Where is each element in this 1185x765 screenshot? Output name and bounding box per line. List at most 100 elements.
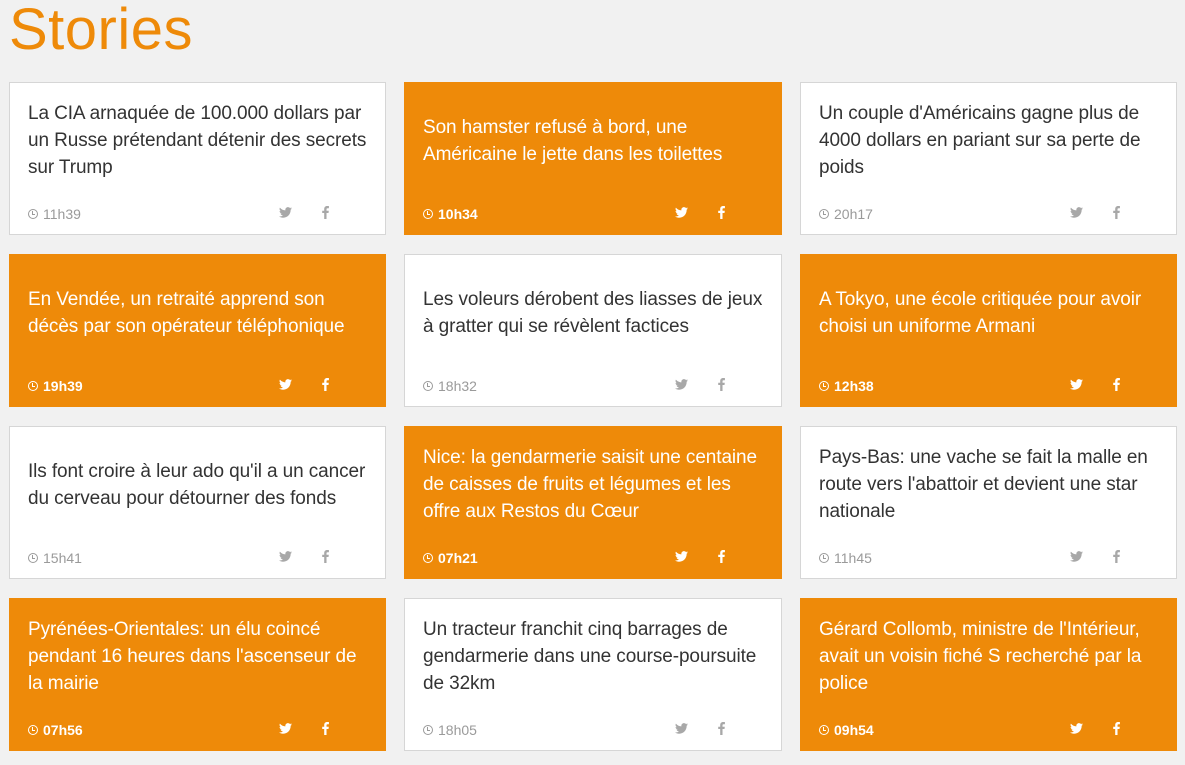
twitter-share-button[interactable]	[277, 376, 293, 392]
twitter-share-button[interactable]	[673, 204, 689, 220]
twitter-icon	[674, 722, 688, 734]
story-card[interactable]: En Vendée, un retraité apprend son décès…	[9, 254, 386, 407]
facebook-icon	[717, 721, 725, 735]
story-card[interactable]: A Tokyo, une école critiquée pour avoir …	[800, 254, 1177, 407]
facebook-icon	[1112, 377, 1120, 391]
facebook-share-button[interactable]	[317, 720, 333, 736]
story-card[interactable]: Un couple d'Américains gagne plus de 400…	[800, 82, 1177, 235]
story-card[interactable]: La CIA arnaquée de 100.000 dollars par u…	[9, 82, 386, 235]
clock-icon	[423, 725, 433, 735]
facebook-share-button[interactable]	[713, 720, 729, 736]
twitter-icon	[1069, 378, 1083, 390]
story-footer: 19h39	[28, 376, 385, 394]
story-time: 15h41	[28, 550, 82, 566]
story-footer: 11h39	[28, 204, 385, 222]
story-title[interactable]: Gérard Collomb, ministre de l'Intérieur,…	[819, 599, 1162, 714]
facebook-share-button[interactable]	[1108, 376, 1124, 392]
twitter-share-button[interactable]	[673, 548, 689, 564]
story-footer: 12h38	[819, 376, 1176, 394]
story-time: 07h21	[423, 550, 478, 566]
twitter-icon	[278, 550, 292, 562]
page-title: Stories	[9, 0, 194, 62]
story-card[interactable]: Les voleurs dérobent des liasses de jeux…	[404, 254, 782, 407]
facebook-icon	[717, 377, 725, 391]
story-title[interactable]: Son hamster refusé à bord, une Américain…	[423, 83, 767, 198]
clock-icon	[423, 553, 433, 563]
twitter-share-button[interactable]	[277, 548, 293, 564]
story-title[interactable]: Pyrénées-Orientales: un élu coincé penda…	[28, 599, 371, 714]
facebook-share-button[interactable]	[1108, 720, 1124, 736]
twitter-icon	[278, 722, 292, 734]
twitter-icon	[278, 206, 292, 218]
clock-icon	[28, 209, 38, 219]
story-title[interactable]: La CIA arnaquée de 100.000 dollars par u…	[28, 83, 371, 198]
clock-icon	[423, 381, 433, 391]
facebook-icon	[321, 549, 329, 563]
facebook-icon	[1112, 721, 1120, 735]
facebook-icon	[1112, 205, 1120, 219]
story-title[interactable]: Ils font croire à leur ado qu'il a un ca…	[28, 427, 371, 542]
story-time: 12h38	[819, 378, 874, 394]
twitter-share-button[interactable]	[277, 204, 293, 220]
facebook-share-button[interactable]	[317, 204, 333, 220]
facebook-icon	[1112, 549, 1120, 563]
twitter-share-button[interactable]	[1068, 548, 1084, 564]
story-time: 11h39	[28, 206, 81, 222]
story-time: 10h34	[423, 206, 478, 222]
story-title[interactable]: Pays-Bas: une vache se fait la malle en …	[819, 427, 1162, 542]
story-card[interactable]: Gérard Collomb, ministre de l'Intérieur,…	[800, 598, 1177, 751]
twitter-icon	[1069, 550, 1083, 562]
clock-icon	[819, 725, 829, 735]
story-card[interactable]: Un tracteur franchit cinq barrages de ge…	[404, 598, 782, 751]
story-footer: 07h56	[28, 720, 385, 738]
story-title[interactable]: A Tokyo, une école critiquée pour avoir …	[819, 255, 1162, 370]
story-footer: 09h54	[819, 720, 1176, 738]
twitter-share-button[interactable]	[277, 720, 293, 736]
story-title[interactable]: Les voleurs dérobent des liasses de jeux…	[423, 255, 767, 370]
facebook-share-button[interactable]	[713, 376, 729, 392]
story-card[interactable]: Pays-Bas: une vache se fait la malle en …	[800, 426, 1177, 579]
clock-icon	[28, 725, 38, 735]
facebook-icon	[321, 721, 329, 735]
twitter-icon	[1069, 206, 1083, 218]
twitter-share-button[interactable]	[673, 720, 689, 736]
clock-icon	[28, 553, 38, 563]
story-footer: 07h21	[423, 548, 781, 566]
story-title[interactable]: En Vendée, un retraité apprend son décès…	[28, 255, 371, 370]
facebook-share-button[interactable]	[1108, 548, 1124, 564]
story-card[interactable]: Son hamster refusé à bord, une Américain…	[404, 82, 782, 235]
facebook-share-button[interactable]	[317, 548, 333, 564]
twitter-icon	[674, 550, 688, 562]
clock-icon	[28, 381, 38, 391]
twitter-share-button[interactable]	[1068, 720, 1084, 736]
story-time: 11h45	[819, 550, 872, 566]
twitter-share-button[interactable]	[1068, 376, 1084, 392]
clock-icon	[423, 209, 433, 219]
story-footer: 18h05	[423, 720, 781, 738]
facebook-icon	[717, 205, 725, 219]
facebook-share-button[interactable]	[1108, 204, 1124, 220]
story-title[interactable]: Nice: la gendarmerie saisit une centaine…	[423, 427, 767, 542]
clock-icon	[819, 209, 829, 219]
story-title[interactable]: Un couple d'Américains gagne plus de 400…	[819, 83, 1162, 198]
story-title[interactable]: Un tracteur franchit cinq barrages de ge…	[423, 599, 767, 714]
story-time: 09h54	[819, 722, 874, 738]
twitter-icon	[674, 378, 688, 390]
facebook-icon	[321, 377, 329, 391]
story-card[interactable]: Nice: la gendarmerie saisit une centaine…	[404, 426, 782, 579]
twitter-share-button[interactable]	[1068, 204, 1084, 220]
story-time: 19h39	[28, 378, 83, 394]
clock-icon	[819, 553, 829, 563]
story-time: 18h05	[423, 722, 477, 738]
story-footer: 11h45	[819, 548, 1176, 566]
story-card[interactable]: Ils font croire à leur ado qu'il a un ca…	[9, 426, 386, 579]
twitter-share-button[interactable]	[673, 376, 689, 392]
facebook-share-button[interactable]	[713, 548, 729, 564]
story-time: 18h32	[423, 378, 477, 394]
facebook-share-button[interactable]	[317, 376, 333, 392]
story-card[interactable]: Pyrénées-Orientales: un élu coincé penda…	[9, 598, 386, 751]
clock-icon	[819, 381, 829, 391]
facebook-share-button[interactable]	[713, 204, 729, 220]
facebook-icon	[717, 549, 725, 563]
twitter-icon	[278, 378, 292, 390]
